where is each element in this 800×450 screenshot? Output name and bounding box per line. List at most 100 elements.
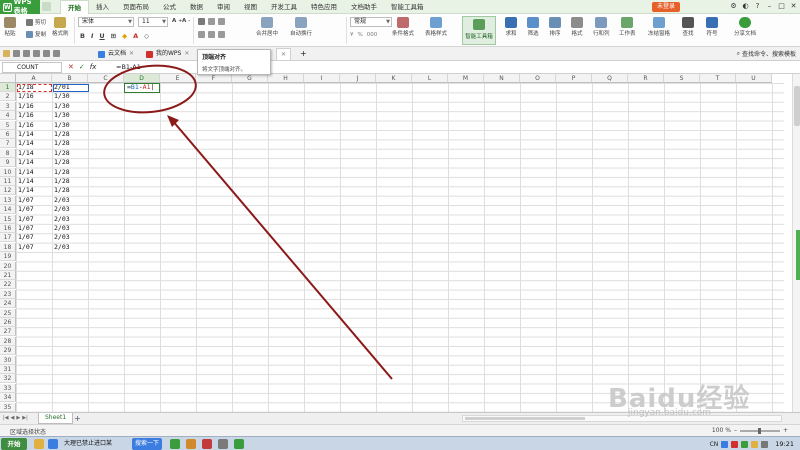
filter-button[interactable]: 筛选 bbox=[527, 17, 539, 37]
fx-icon[interactable]: fx bbox=[90, 62, 97, 73]
column-header[interactable]: H bbox=[268, 74, 304, 83]
cell-A5[interactable]: 1/16 bbox=[16, 121, 52, 130]
column-header[interactable]: R bbox=[628, 74, 664, 83]
cell-A16[interactable]: 1/07 bbox=[16, 224, 52, 233]
column-header[interactable]: P bbox=[556, 74, 592, 83]
row-header[interactable]: 12 bbox=[0, 186, 16, 196]
column-header[interactable]: M bbox=[448, 74, 484, 83]
cell-A18[interactable]: 1/07 bbox=[16, 243, 52, 252]
row-header[interactable]: 32 bbox=[0, 374, 16, 384]
menu-home[interactable]: 开始 bbox=[60, 0, 89, 15]
row-header[interactable]: 35 bbox=[0, 402, 16, 412]
column-header[interactable]: U bbox=[736, 74, 772, 83]
cell-B2[interactable]: 1/30 bbox=[52, 92, 88, 101]
tray-icon[interactable] bbox=[731, 440, 739, 448]
cell-B9[interactable]: 1/28 bbox=[52, 158, 88, 167]
share-document-button[interactable]: 分享文档 bbox=[734, 17, 756, 37]
app-icon[interactable] bbox=[202, 439, 212, 449]
column-header[interactable]: C bbox=[88, 74, 124, 83]
grow-font-button[interactable]: A + bbox=[172, 18, 182, 24]
next-sheet-icon[interactable]: ▶ bbox=[16, 415, 20, 421]
horizontal-scrollbar[interactable] bbox=[462, 415, 782, 422]
zoom-out-icon[interactable]: – bbox=[734, 427, 737, 434]
align-right-icon[interactable] bbox=[218, 31, 225, 38]
cell-A6[interactable]: 1/14 bbox=[16, 130, 52, 139]
row-header[interactable]: 8 bbox=[0, 148, 16, 158]
align-center-icon[interactable] bbox=[208, 31, 215, 38]
row-header[interactable]: 24 bbox=[0, 299, 16, 309]
row-header[interactable]: 28 bbox=[0, 336, 16, 346]
column-header[interactable]: N bbox=[484, 74, 520, 83]
column-header[interactable]: S bbox=[664, 74, 700, 83]
menu-view[interactable]: 视图 bbox=[237, 0, 264, 14]
row-header[interactable]: 26 bbox=[0, 318, 16, 327]
cell-B17[interactable]: 2/03 bbox=[52, 233, 88, 242]
cut-button[interactable]: 剪切 bbox=[26, 18, 46, 26]
row-header[interactable]: 20 bbox=[0, 261, 16, 271]
active-cell-editor[interactable]: =B1-A1| bbox=[124, 83, 160, 93]
cell-A4[interactable]: 1/16 bbox=[16, 111, 52, 120]
cell-B6[interactable]: 1/28 bbox=[52, 130, 88, 139]
paste-button[interactable]: 粘贴 bbox=[4, 17, 16, 37]
font-name-select[interactable]: 宋体 ▼ bbox=[78, 17, 134, 27]
row-header[interactable]: 4 bbox=[0, 111, 16, 121]
row-header[interactable]: 3 bbox=[0, 101, 16, 111]
first-sheet-icon[interactable]: |◀ bbox=[3, 415, 9, 421]
cell-A2[interactable]: 1/16 bbox=[16, 92, 52, 101]
number-format-select[interactable]: 常规 ▼ bbox=[350, 17, 392, 27]
cell-B12[interactable]: 1/28 bbox=[52, 186, 88, 195]
align-top-icon[interactable] bbox=[198, 18, 205, 25]
column-header[interactable]: L bbox=[412, 74, 448, 83]
minimize-icon[interactable]: – bbox=[765, 2, 774, 11]
format-button[interactable]: 格式 bbox=[571, 17, 583, 37]
tray-icon[interactable] bbox=[741, 440, 749, 448]
menu-formulas[interactable]: 公式 bbox=[156, 0, 183, 14]
row-header[interactable]: 19 bbox=[0, 252, 16, 262]
row-header[interactable]: 22 bbox=[0, 280, 16, 290]
row-header[interactable]: 13 bbox=[0, 195, 16, 205]
shrink-font-button[interactable]: A- bbox=[182, 18, 190, 24]
column-header[interactable]: T bbox=[700, 74, 736, 83]
cell-A11[interactable]: 1/14 bbox=[16, 177, 52, 186]
cell-A15[interactable]: 1/07 bbox=[16, 215, 52, 224]
cell-A9[interactable]: 1/14 bbox=[16, 158, 52, 167]
app-icon[interactable] bbox=[218, 439, 228, 449]
align-middle-icon[interactable] bbox=[208, 18, 215, 25]
row-header[interactable]: 29 bbox=[0, 346, 16, 356]
volume-icon[interactable] bbox=[761, 440, 769, 448]
sum-button[interactable]: 求和 bbox=[505, 17, 517, 37]
close-icon[interactable]: ✕ bbox=[184, 48, 189, 60]
close-icon[interactable]: ✕ bbox=[281, 49, 286, 61]
cell-A13[interactable]: 1/07 bbox=[16, 196, 52, 205]
row-header[interactable]: 21 bbox=[0, 271, 16, 280]
fill-color-icon[interactable]: ◆ bbox=[122, 32, 127, 40]
maximize-icon[interactable]: □ bbox=[777, 2, 786, 11]
row-header[interactable]: 25 bbox=[0, 308, 16, 318]
row-header[interactable]: 14 bbox=[0, 205, 16, 215]
name-box[interactable]: COUNT bbox=[2, 62, 62, 73]
cell-B4[interactable]: 1/30 bbox=[52, 111, 88, 120]
column-header[interactable]: F bbox=[196, 74, 232, 83]
login-button[interactable]: 未登录 bbox=[652, 2, 680, 12]
cell-B16[interactable]: 2/03 bbox=[52, 224, 88, 233]
folder-icon[interactable] bbox=[34, 439, 44, 449]
column-header[interactable]: B bbox=[52, 74, 88, 83]
tab-my-wps[interactable]: 我的WPS ✕ bbox=[142, 48, 193, 60]
row-header[interactable]: 15 bbox=[0, 214, 16, 224]
column-header[interactable]: E bbox=[160, 74, 196, 83]
zoom-in-icon[interactable]: + bbox=[783, 427, 788, 434]
scrollbar-thumb[interactable] bbox=[465, 417, 585, 420]
column-header[interactable]: I bbox=[304, 74, 340, 83]
menu-doc-assistant[interactable]: 文档助手 bbox=[344, 0, 384, 14]
zoom-slider-knob[interactable] bbox=[757, 427, 761, 434]
app-icon[interactable] bbox=[170, 439, 180, 449]
menu-data[interactable]: 数据 bbox=[183, 0, 210, 14]
tray-icon[interactable] bbox=[751, 440, 759, 448]
find-button[interactable]: 查找 bbox=[682, 17, 694, 37]
border-icon[interactable]: ⊞ bbox=[111, 32, 116, 40]
row-header[interactable]: 33 bbox=[0, 383, 16, 393]
save-icon[interactable] bbox=[13, 50, 20, 57]
copy-button[interactable]: 复制 bbox=[26, 30, 46, 38]
tab-current-workbook[interactable]: ✕ bbox=[276, 48, 292, 61]
help-icon[interactable]: ? bbox=[753, 2, 762, 11]
